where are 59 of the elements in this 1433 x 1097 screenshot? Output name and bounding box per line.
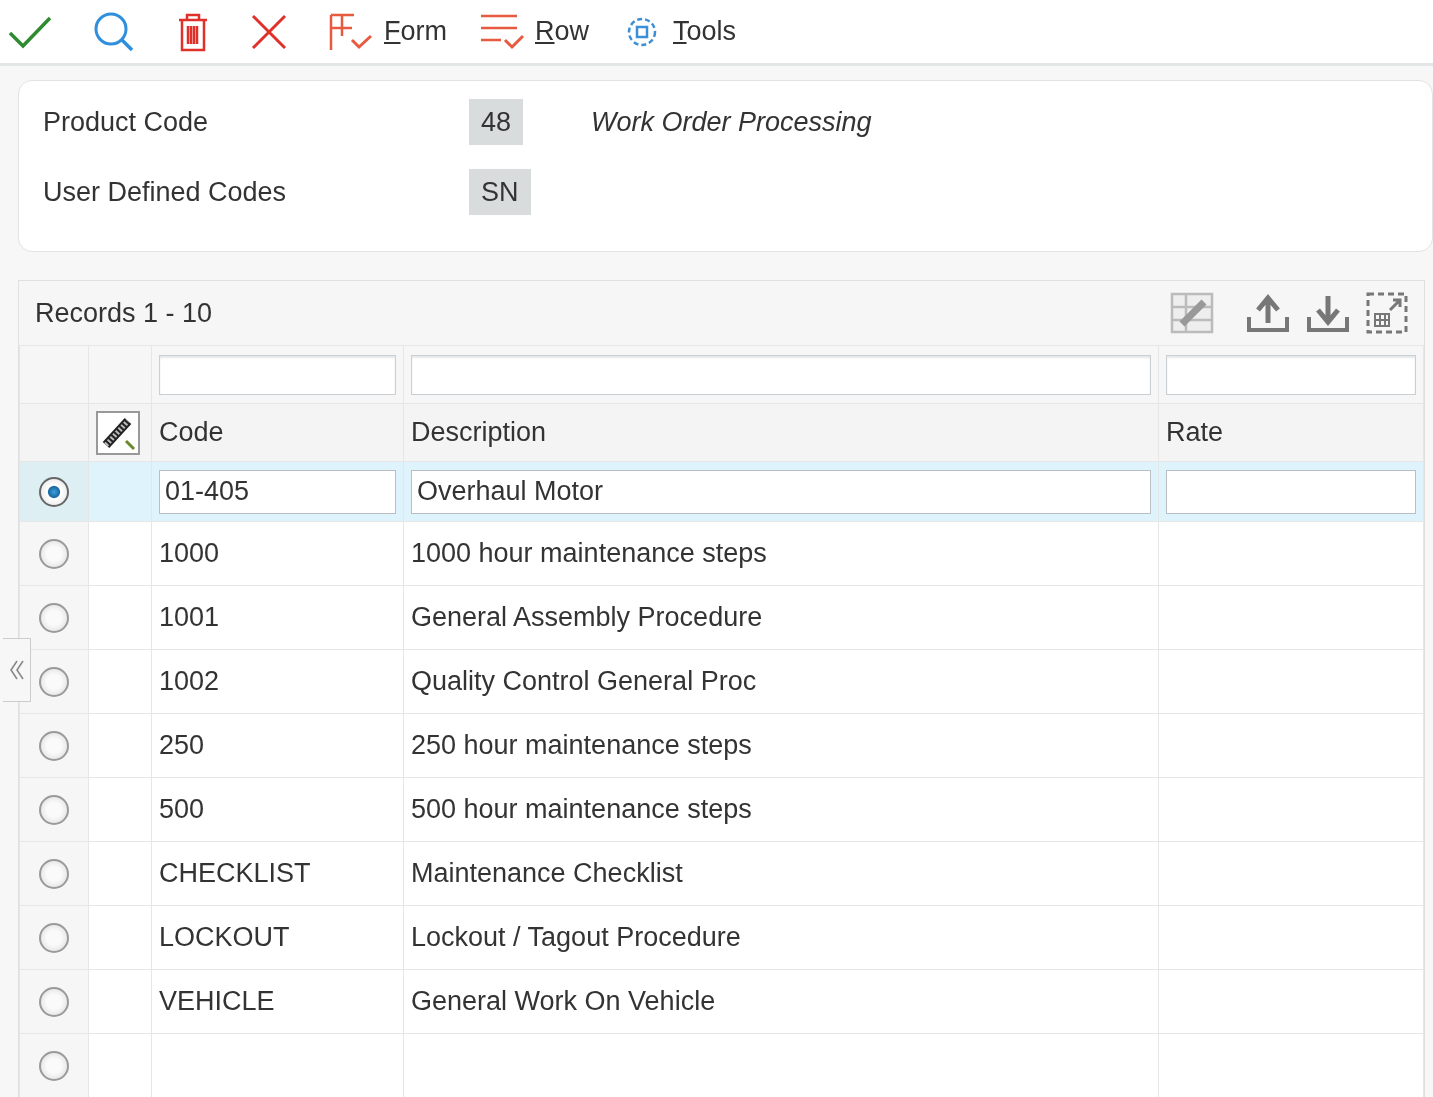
row-radio[interactable] — [39, 794, 69, 825]
row-radio[interactable] — [39, 538, 69, 569]
check-icon — [8, 14, 52, 49]
form-check-icon — [328, 11, 374, 52]
description-cell: 250 hour maintenance steps — [411, 730, 752, 761]
rate-input[interactable] — [1166, 469, 1416, 514]
code-cell: 1001 — [159, 602, 220, 633]
column-header[interactable]: Rate — [1158, 403, 1424, 462]
description-cell: Maintenance Checklist — [411, 858, 683, 889]
column-header[interactable]: Code — [151, 403, 404, 462]
user-defined-codes-field[interactable]: SN — [469, 169, 531, 215]
expand-grid-icon[interactable] — [1366, 292, 1408, 334]
row-radio[interactable] — [39, 922, 69, 953]
description-cell: 500 hour maintenance steps — [411, 794, 752, 825]
column-header[interactable]: Description — [403, 403, 1159, 462]
code-cell: CHECKLIST — [159, 858, 311, 889]
form-menu[interactable]: Form — [328, 11, 447, 52]
ok-button[interactable] — [8, 14, 52, 49]
code-input[interactable]: 01-405 — [159, 469, 396, 514]
code-cell: 1002 — [159, 666, 220, 697]
description-input[interactable]: Overhaul Motor — [411, 469, 1151, 514]
row-radio[interactable] — [39, 730, 69, 761]
row-radio[interactable] — [39, 476, 69, 507]
close-button[interactable] — [250, 12, 288, 51]
double-chevron-icon — [8, 659, 25, 681]
description-cell: Lockout / Tagout Procedure — [411, 922, 741, 953]
row-radio[interactable] — [39, 986, 69, 1017]
row-radio[interactable] — [39, 602, 69, 633]
filter-field[interactable] — [159, 354, 396, 395]
product-code-field[interactable]: 48 — [469, 99, 524, 145]
tools-menu[interactable]: Tools — [621, 11, 737, 52]
row-radio[interactable] — [39, 858, 69, 889]
code-cell: VEHICLE — [159, 986, 275, 1017]
row-menu[interactable]: Row — [479, 11, 589, 52]
filter-field[interactable] — [1166, 354, 1416, 395]
row-radio[interactable] — [39, 666, 69, 697]
delete-button[interactable] — [176, 11, 210, 52]
field-description: Work Order Processing — [591, 105, 872, 139]
search-button[interactable] — [92, 10, 136, 53]
close-icon — [250, 12, 288, 51]
description-cell: General Work On Vehicle — [411, 986, 716, 1017]
filter-field[interactable] — [411, 354, 1151, 395]
description-cell: 1000 hour maintenance steps — [411, 538, 767, 569]
description-cell: Quality Control General Proc — [411, 666, 757, 697]
field-label: User Defined Codes — [43, 175, 288, 209]
code-cell: 500 — [159, 794, 205, 825]
code-cell: 250 — [159, 730, 205, 761]
row-radio[interactable] — [39, 1050, 69, 1081]
search-icon — [92, 10, 136, 53]
code-cell: LOCKOUT — [159, 922, 290, 953]
field-label: Product Code — [43, 105, 210, 139]
download-icon[interactable] — [1306, 293, 1350, 333]
trash-icon — [176, 11, 210, 52]
description-cell: General Assembly Procedure — [411, 602, 763, 633]
collapse-tab[interactable] — [3, 638, 31, 702]
code-cell: 1000 — [159, 538, 220, 569]
grid-edit-icon[interactable] — [1170, 292, 1214, 334]
records-count: Records 1 - 10 — [35, 296, 213, 330]
upload-icon[interactable] — [1246, 293, 1290, 333]
